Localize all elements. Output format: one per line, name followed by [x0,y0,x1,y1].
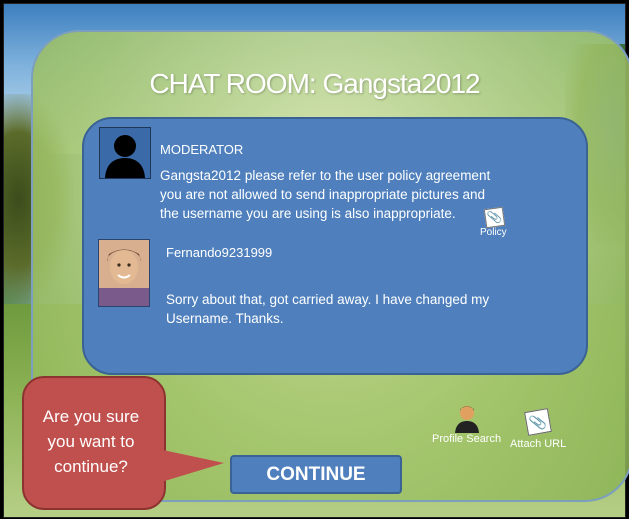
person-silhouette-icon [100,128,150,178]
profile-search-label: Profile Search [432,433,502,445]
moderator-message-line-1: Gangsta2012 please refer to the user pol… [160,168,491,183]
moderator-avatar [99,127,151,179]
user-message-line-1: Sorry about that, got carried away. I ha… [166,292,490,307]
paperclip-icon: 📎 [524,408,553,436]
callout-text: Are you sure you want to continue? [26,404,156,479]
callout-line-2: you want to [47,432,135,451]
continue-button[interactable]: CONTINUE [230,455,402,494]
person-icon [454,405,480,433]
user-avatar [98,239,150,307]
moderator-message-line-3: the username you are using is also inapp… [160,206,456,221]
page-title: CHAT ROOM: Gangsta2012 [149,68,480,99]
callout-pointer [158,449,224,483]
moderator-name: MODERATOR [160,142,244,157]
chat-messages-box [82,117,588,375]
user-name: Fernando9231999 [166,245,273,260]
profile-search-button[interactable]: Profile Search [432,405,501,445]
attach-url-button[interactable]: 📎 Attach URL [510,408,567,450]
user-message-line-2: Username. Thanks. [166,311,284,326]
moderator-message-line-2: you are not allowed to send inappropriat… [160,187,485,202]
policy-link[interactable]: Policy [480,227,507,238]
callout-line-1: Are you sure [42,407,140,426]
attach-url-label: Attach URL [510,438,567,450]
user-photo [99,240,149,306]
paperclip-icon[interactable]: 📎 [483,206,506,229]
callout-line-3: continue? [54,457,128,476]
